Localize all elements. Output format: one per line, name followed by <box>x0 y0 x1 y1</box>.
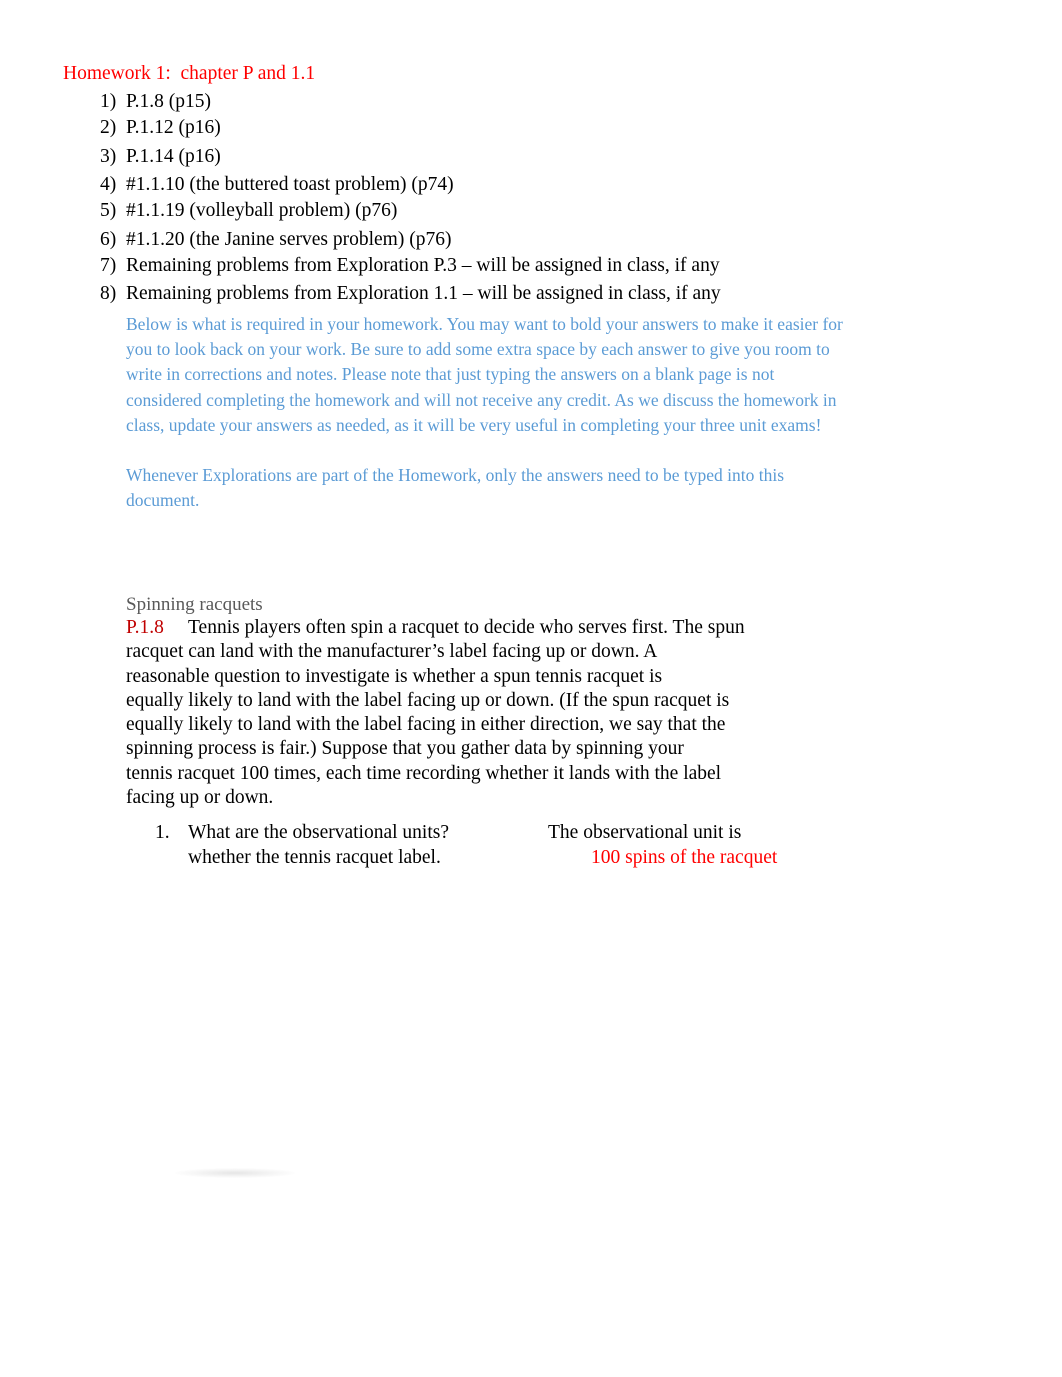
item-text: #1.1.10 (the buttered toast problem) (p7… <box>126 174 454 195</box>
item-number: 3) <box>100 146 117 167</box>
item-number: 7) <box>100 255 117 276</box>
problem-line: equally likely to land with the label fa… <box>126 714 726 736</box>
shadow-artifact <box>175 1168 295 1178</box>
homework-item: 3) P.1.14 (p16) <box>100 145 221 169</box>
item-text: #1.1.19 (volleyball problem) (p76) <box>126 200 398 221</box>
homework-item: 1) P.1.8 (p15) <box>100 90 211 114</box>
problem-line: facing up or down. <box>126 787 274 809</box>
answer-highlight: 100 spins of the racquet <box>591 847 778 868</box>
problem-id: P.1.8 <box>126 617 164 638</box>
problem-line: P.1.8 Tennis players often spin a racquet… <box>126 616 806 640</box>
homework-item: 4) #1.1.10 (the buttered toast problem) (… <box>100 173 454 197</box>
item-number: 5) <box>100 200 117 221</box>
homework-title: Homework 1: chapter P and 1.1 <box>63 63 316 84</box>
question-number: 1. <box>155 822 170 843</box>
answer-text: The observational unit is <box>548 822 742 843</box>
instructions-block: Below is what is required in your homewo… <box>126 312 926 514</box>
item-number: 1) <box>100 91 117 112</box>
problem-line: tennis racquet 100 times, each time reco… <box>126 762 722 784</box>
homework-item: 2) P.1.12 (p16) <box>100 116 221 140</box>
problem-line: spinning process is fair.) Suppose that … <box>126 738 684 760</box>
item-text: P.1.14 (p16) <box>126 146 221 167</box>
problem-statement: P.1.8 Tennis players often spin a racquet… <box>126 616 806 810</box>
item-text: #1.1.20 (the Janine serves problem) (p76… <box>126 229 452 250</box>
homework-item: 7) Remaining problems from Exploration P.… <box>100 254 720 278</box>
instructions-paragraph: Below is what is required in your homewo… <box>126 314 843 435</box>
item-number: 6) <box>100 229 117 250</box>
section-title: Spinning racquets <box>126 594 263 615</box>
problem-line: reasonable question to investigate is wh… <box>126 665 663 687</box>
item-text: Remaining problems from Exploration P.3 … <box>126 255 720 276</box>
item-text: Remaining problems from Exploration 1.1 … <box>126 283 721 304</box>
item-number: 2) <box>100 117 117 138</box>
question-text-continued: whether the tennis racquet label. <box>188 847 441 868</box>
question-text: What are the observational units? <box>188 822 449 843</box>
item-text: P.1.12 (p16) <box>126 117 221 138</box>
homework-item: 5) #1.1.19 (volleyball problem) (p76) <box>100 199 397 223</box>
problem-text: Tennis players often spin a racquet to d… <box>188 617 745 638</box>
document-page: Homework 1: chapter P and 1.1 1) P.1.8 (p… <box>0 0 1062 1377</box>
item-text: P.1.8 (p15) <box>126 91 212 112</box>
item-number: 8) <box>100 283 117 304</box>
explorations-note: Whenever Explorations are part of the Ho… <box>126 465 785 511</box>
homework-item: 8) Remaining problems from Exploration 1.… <box>100 282 721 306</box>
item-number: 4) <box>100 174 117 195</box>
homework-item: 6) #1.1.20 (the Janine serves problem) (p… <box>100 228 451 252</box>
problem-line: equally likely to land with the label fa… <box>126 689 730 711</box>
problem-line: racquet can land with the manufacturer’s… <box>126 641 658 663</box>
